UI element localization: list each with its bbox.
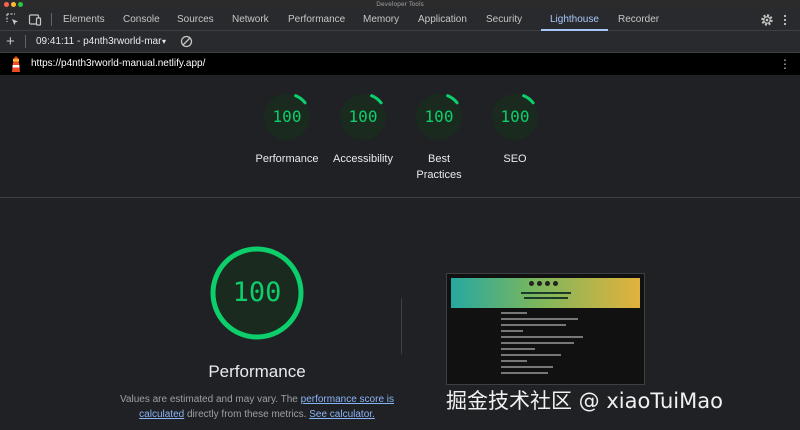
window-titlebar: Developer Tools — [0, 0, 800, 9]
tab-sources[interactable]: Sources — [177, 9, 214, 30]
thumbnail-banner — [451, 278, 640, 308]
performance-description: Values are estimated and may vary. The p… — [112, 392, 402, 422]
seo-gauge[interactable]: 100 — [489, 91, 541, 143]
clear-reports-icon[interactable] — [180, 35, 193, 48]
gauge-score: 100 — [500, 107, 530, 126]
tab-application[interactable]: Application — [418, 9, 467, 30]
devtools-tabbar: Elements Console Sources Network Perform… — [0, 9, 800, 31]
performance-big-gauge: 100 — [209, 245, 305, 341]
tab-security[interactable]: Security — [486, 9, 522, 30]
report-url-bar: https://p4nth3rworld-manual.netlify.app/… — [0, 53, 800, 75]
tab-elements[interactable]: Elements — [63, 9, 105, 30]
gauge-score: 100 — [272, 107, 302, 126]
window-title: Developer Tools — [376, 1, 424, 8]
settings-gear-icon[interactable] — [759, 12, 775, 28]
final-screenshot-thumbnail[interactable] — [446, 273, 645, 385]
lighthouse-toolbar: + 09:41:11 - p4nth3rworld-mar ▾ — [0, 31, 800, 53]
report-menu-icon[interactable]: ⋮ — [779, 53, 791, 75]
section-divider — [0, 197, 800, 198]
performance-gauge[interactable]: 100 — [261, 91, 313, 143]
gauge-label-seo: SEO — [503, 153, 527, 165]
tab-performance[interactable]: Performance — [288, 9, 345, 30]
lighthouse-logo-icon — [9, 55, 23, 73]
new-report-plus-icon[interactable]: + — [6, 33, 15, 50]
toolbar-divider — [25, 35, 26, 48]
desc-text-prefix: Values are estimated and may vary. The — [119, 394, 301, 405]
tab-recorder[interactable]: Recorder — [618, 9, 659, 30]
tab-network[interactable]: Network — [232, 9, 269, 30]
accessibility-gauge[interactable]: 100 — [337, 91, 389, 143]
tab-console[interactable]: Console — [123, 9, 160, 30]
inspect-element-icon[interactable] — [5, 12, 21, 28]
report-selector[interactable]: 09:41:11 - p4nth3rworld-mar — [36, 31, 161, 52]
see-calculator-link[interactable]: See calculator. — [309, 409, 375, 420]
tab-lighthouse[interactable]: Lighthouse — [541, 9, 608, 31]
gauge-score: 100 — [348, 107, 378, 126]
thumbnail-text-lines — [501, 312, 587, 378]
tab-memory[interactable]: Memory — [363, 9, 399, 30]
more-options-icon[interactable] — [777, 12, 793, 28]
vertical-divider — [401, 298, 402, 354]
best-practices-gauge[interactable]: 100 — [413, 91, 465, 143]
watermark-text: 掘金技术社区 @ xiaoTuiMao — [446, 389, 723, 413]
desc-text-middle: directly from these metrics. — [184, 409, 310, 420]
device-toolbar-icon[interactable] — [27, 12, 43, 28]
gauge-score: 100 — [424, 107, 454, 126]
performance-section-title: Performance — [208, 362, 306, 381]
tabbar-divider — [51, 13, 52, 26]
report-dropdown-caret-icon[interactable]: ▾ — [162, 31, 166, 52]
performance-big-score: 100 — [232, 277, 282, 308]
audited-url: https://p4nth3rworld-manual.netlify.app/ — [31, 58, 206, 69]
